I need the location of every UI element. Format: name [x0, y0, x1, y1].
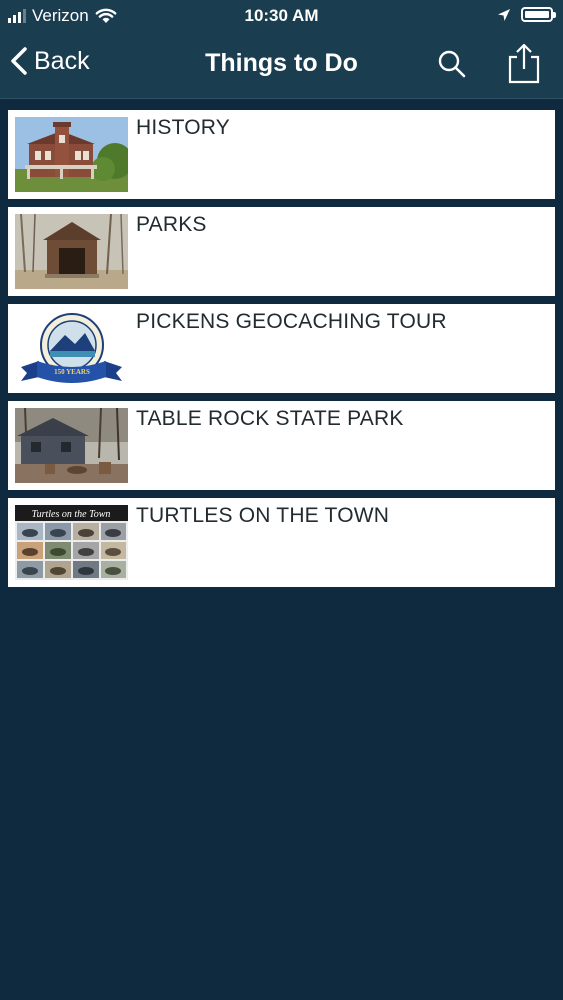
list-item-geocaching-tour[interactable]: 150 YEARS PICKENS GEOCACHING TOUR: [8, 304, 555, 393]
list-item-history[interactable]: HISTORY: [8, 110, 555, 199]
list-item-label: TURTLES ON THE TOWN: [136, 504, 390, 527]
list-item-label: HISTORY: [136, 116, 230, 139]
share-button[interactable]: [506, 42, 542, 84]
share-icon: [508, 43, 540, 84]
location-arrow-icon: [498, 8, 510, 21]
list-item-parks[interactable]: PARKS: [8, 207, 555, 296]
turtles-thumbnail: Turtles on the Town: [15, 505, 128, 580]
seal-text: 150 YEARS: [54, 368, 90, 376]
things-to-do-list: HISTORY PARKS 150 YEARS PICKENS GEOCACHI…: [8, 110, 555, 595]
history-thumbnail: [15, 117, 128, 192]
turtles-banner-text: Turtles on the Town: [32, 509, 111, 520]
search-icon: [438, 50, 466, 78]
list-item-label: TABLE ROCK STATE PARK: [136, 407, 404, 430]
search-button[interactable]: [436, 48, 468, 80]
nav-bar: Back Things to Do: [0, 34, 563, 99]
list-item-label: PICKENS GEOCACHING TOUR: [136, 310, 447, 333]
parks-thumbnail: [15, 214, 128, 289]
list-item-label: PARKS: [136, 213, 207, 236]
status-time: 10:30 AM: [244, 6, 319, 25]
list-item-table-rock[interactable]: TABLE ROCK STATE PARK: [8, 401, 555, 490]
status-bar: Verizon 10:30 AM: [0, 0, 563, 34]
geocaching-seal-thumbnail: 150 YEARS: [15, 311, 128, 386]
list-item-turtles[interactable]: Turtles on the Town TURTLES ON THE TOWN: [8, 498, 555, 587]
battery-icon: [521, 7, 556, 22]
status-right: [497, 7, 556, 22]
page-title: Things to Do: [205, 49, 358, 77]
table-rock-thumbnail: [15, 408, 128, 483]
